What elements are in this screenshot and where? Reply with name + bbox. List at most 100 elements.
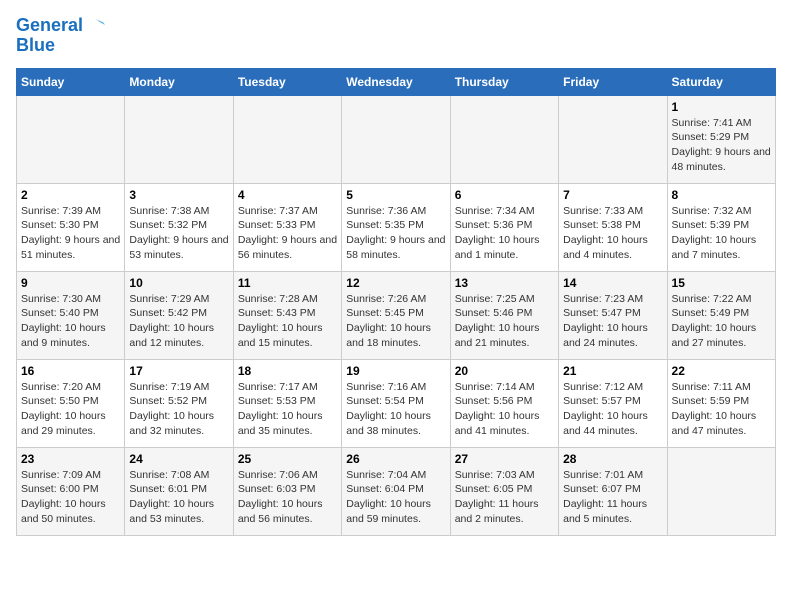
calendar-cell <box>667 447 775 535</box>
day-info: Sunrise: 7:14 AM Sunset: 5:56 PM Dayligh… <box>455 380 554 439</box>
logo: General Blue <box>16 16 105 56</box>
day-info: Sunrise: 7:11 AM Sunset: 5:59 PM Dayligh… <box>672 380 771 439</box>
day-info: Sunrise: 7:16 AM Sunset: 5:54 PM Dayligh… <box>346 380 445 439</box>
calendar-cell: 27Sunrise: 7:03 AM Sunset: 6:05 PM Dayli… <box>450 447 558 535</box>
calendar-cell: 7 Sunrise: 7:33 AM Sunset: 5:38 PM Daylig… <box>559 183 667 271</box>
calendar-cell: 23 Sunrise: 7:09 AM Sunset: 6:00 PM Dayli… <box>17 447 125 535</box>
weekday-header-wednesday: Wednesday <box>342 68 450 95</box>
day-info: Sunrise: 7:12 AM Sunset: 5:57 PM Dayligh… <box>563 380 662 439</box>
day-number: 26 <box>346 452 445 466</box>
calendar-cell: 16 Sunrise: 7:20 AM Sunset: 5:50 PM Dayli… <box>17 359 125 447</box>
day-info: Sunrise: 7:06 AM Sunset: 6:03 PM Dayligh… <box>238 468 337 527</box>
calendar-cell: 8 Sunrise: 7:32 AM Sunset: 5:39 PM Daylig… <box>667 183 775 271</box>
day-info: Sunrise: 7:39 AM Sunset: 5:30 PM Dayligh… <box>21 204 120 263</box>
calendar-cell: 5Sunrise: 7:36 AM Sunset: 5:35 PM Daylig… <box>342 183 450 271</box>
day-number: 24 <box>129 452 228 466</box>
weekday-header-sunday: Sunday <box>17 68 125 95</box>
calendar-cell: 1 Sunrise: 7:41 AM Sunset: 5:29 PM Daylig… <box>667 95 775 183</box>
day-info: Sunrise: 7:29 AM Sunset: 5:42 PM Dayligh… <box>129 292 228 351</box>
day-info: Sunrise: 7:26 AM Sunset: 5:45 PM Dayligh… <box>346 292 445 351</box>
calendar-cell: 4 Sunrise: 7:37 AM Sunset: 5:33 PM Daylig… <box>233 183 341 271</box>
day-info: Sunrise: 7:23 AM Sunset: 5:47 PM Dayligh… <box>563 292 662 351</box>
logo-text-general: General <box>16 16 83 36</box>
calendar-table: SundayMondayTuesdayWednesdayThursdayFrid… <box>16 68 776 536</box>
day-number: 22 <box>672 364 771 378</box>
calendar-cell: 11 Sunrise: 7:28 AM Sunset: 5:43 PM Dayli… <box>233 271 341 359</box>
calendar-cell: 19 Sunrise: 7:16 AM Sunset: 5:54 PM Dayli… <box>342 359 450 447</box>
day-info: Sunrise: 7:30 AM Sunset: 5:40 PM Dayligh… <box>21 292 120 351</box>
day-number: 1 <box>672 100 771 114</box>
weekday-header-thursday: Thursday <box>450 68 558 95</box>
day-number: 27 <box>455 452 554 466</box>
day-number: 12 <box>346 276 445 290</box>
day-number: 9 <box>21 276 120 290</box>
week-row-5: 23 Sunrise: 7:09 AM Sunset: 6:00 PM Dayli… <box>17 447 776 535</box>
day-info: Sunrise: 7:38 AM Sunset: 5:32 PM Dayligh… <box>129 204 228 263</box>
calendar-cell: 26 Sunrise: 7:04 AM Sunset: 6:04 PM Dayli… <box>342 447 450 535</box>
header: General Blue <box>16 16 776 56</box>
calendar-cell: 3 Sunrise: 7:38 AM Sunset: 5:32 PM Daylig… <box>125 183 233 271</box>
day-number: 17 <box>129 364 228 378</box>
day-info: Sunrise: 7:33 AM Sunset: 5:38 PM Dayligh… <box>563 204 662 263</box>
day-number: 16 <box>21 364 120 378</box>
weekday-header-tuesday: Tuesday <box>233 68 341 95</box>
calendar-cell: 17 Sunrise: 7:19 AM Sunset: 5:52 PM Dayli… <box>125 359 233 447</box>
day-info: Sunrise: 7:37 AM Sunset: 5:33 PM Dayligh… <box>238 204 337 263</box>
day-info: Sunrise: 7:25 AM Sunset: 5:46 PM Dayligh… <box>455 292 554 351</box>
day-info: Sunrise: 7:32 AM Sunset: 5:39 PM Dayligh… <box>672 204 771 263</box>
day-info: Sunrise: 7:41 AM Sunset: 5:29 PM Dayligh… <box>672 116 771 175</box>
week-row-2: 2 Sunrise: 7:39 AM Sunset: 5:30 PM Daylig… <box>17 183 776 271</box>
day-number: 25 <box>238 452 337 466</box>
week-row-4: 16 Sunrise: 7:20 AM Sunset: 5:50 PM Dayli… <box>17 359 776 447</box>
calendar-cell <box>450 95 558 183</box>
day-number: 23 <box>21 452 120 466</box>
day-info: Sunrise: 7:04 AM Sunset: 6:04 PM Dayligh… <box>346 468 445 527</box>
day-number: 11 <box>238 276 337 290</box>
calendar-cell <box>17 95 125 183</box>
calendar-cell: 18Sunrise: 7:17 AM Sunset: 5:53 PM Dayli… <box>233 359 341 447</box>
calendar-cell: 6Sunrise: 7:34 AM Sunset: 5:36 PM Daylig… <box>450 183 558 271</box>
weekday-header-row: SundayMondayTuesdayWednesdayThursdayFrid… <box>17 68 776 95</box>
day-info: Sunrise: 7:19 AM Sunset: 5:52 PM Dayligh… <box>129 380 228 439</box>
weekday-header-monday: Monday <box>125 68 233 95</box>
day-number: 7 <box>563 188 662 202</box>
day-number: 13 <box>455 276 554 290</box>
day-number: 5 <box>346 188 445 202</box>
day-number: 8 <box>672 188 771 202</box>
calendar-cell: 25 Sunrise: 7:06 AM Sunset: 6:03 PM Dayli… <box>233 447 341 535</box>
day-info: Sunrise: 7:09 AM Sunset: 6:00 PM Dayligh… <box>21 468 120 527</box>
day-info: Sunrise: 7:08 AM Sunset: 6:01 PM Dayligh… <box>129 468 228 527</box>
day-number: 20 <box>455 364 554 378</box>
calendar-cell: 28Sunrise: 7:01 AM Sunset: 6:07 PM Dayli… <box>559 447 667 535</box>
calendar-cell: 9 Sunrise: 7:30 AM Sunset: 5:40 PM Daylig… <box>17 271 125 359</box>
day-number: 18 <box>238 364 337 378</box>
calendar-cell: 14 Sunrise: 7:23 AM Sunset: 5:47 PM Dayli… <box>559 271 667 359</box>
day-info: Sunrise: 7:22 AM Sunset: 5:49 PM Dayligh… <box>672 292 771 351</box>
logo-bird-icon <box>85 16 105 36</box>
logo-container: General Blue <box>16 16 105 56</box>
day-info: Sunrise: 7:34 AM Sunset: 5:36 PM Dayligh… <box>455 204 554 263</box>
calendar-cell <box>233 95 341 183</box>
calendar-cell: 15 Sunrise: 7:22 AM Sunset: 5:49 PM Dayli… <box>667 271 775 359</box>
day-number: 28 <box>563 452 662 466</box>
day-number: 14 <box>563 276 662 290</box>
calendar-cell: 2 Sunrise: 7:39 AM Sunset: 5:30 PM Daylig… <box>17 183 125 271</box>
day-number: 15 <box>672 276 771 290</box>
week-row-3: 9 Sunrise: 7:30 AM Sunset: 5:40 PM Daylig… <box>17 271 776 359</box>
weekday-header-saturday: Saturday <box>667 68 775 95</box>
weekday-header-friday: Friday <box>559 68 667 95</box>
day-number: 4 <box>238 188 337 202</box>
day-number: 10 <box>129 276 228 290</box>
day-number: 19 <box>346 364 445 378</box>
day-number: 2 <box>21 188 120 202</box>
day-number: 3 <box>129 188 228 202</box>
calendar-cell: 20 Sunrise: 7:14 AM Sunset: 5:56 PM Dayli… <box>450 359 558 447</box>
calendar-cell <box>125 95 233 183</box>
calendar-cell: 24 Sunrise: 7:08 AM Sunset: 6:01 PM Dayli… <box>125 447 233 535</box>
calendar-cell: 10 Sunrise: 7:29 AM Sunset: 5:42 PM Dayli… <box>125 271 233 359</box>
day-info: Sunrise: 7:28 AM Sunset: 5:43 PM Dayligh… <box>238 292 337 351</box>
day-info: Sunrise: 7:20 AM Sunset: 5:50 PM Dayligh… <box>21 380 120 439</box>
calendar-cell: 22 Sunrise: 7:11 AM Sunset: 5:59 PM Dayli… <box>667 359 775 447</box>
calendar-cell: 13 Sunrise: 7:25 AM Sunset: 5:46 PM Dayli… <box>450 271 558 359</box>
logo-text-blue: Blue <box>16 36 55 56</box>
